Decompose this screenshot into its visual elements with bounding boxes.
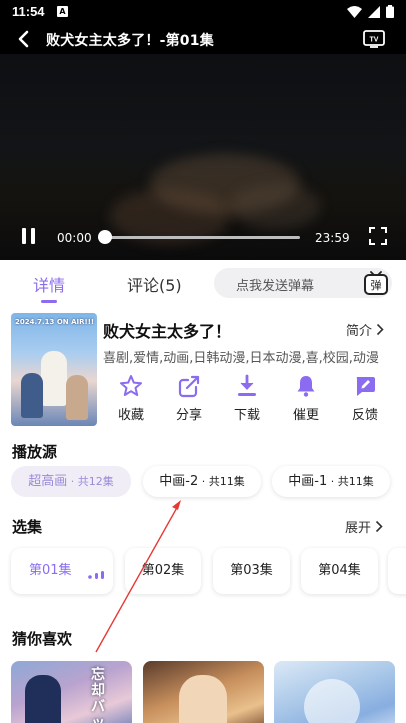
episode-card[interactable]: 第04集 (301, 548, 378, 594)
bell-icon (297, 376, 315, 397)
status-bar: 11:54 A (0, 0, 406, 24)
tab-active-indicator (41, 300, 57, 303)
episode-card-partial[interactable] (388, 548, 406, 594)
seek-bar[interactable] (103, 236, 300, 239)
poster-figure (21, 373, 43, 418)
detail-tabs: 详情 评论(5) 点我发送弹幕 弹 (0, 260, 406, 306)
urge-update-label: 催更 (292, 408, 319, 423)
favorite-button[interactable]: 收藏 (106, 374, 156, 423)
poster-figure (66, 375, 88, 420)
expand-label: 展开 (345, 521, 372, 536)
status-time: 11:54 (12, 4, 45, 19)
playing-indicator-icon (88, 571, 104, 579)
episode-card[interactable]: 第03集 (213, 548, 290, 594)
fullscreen-icon[interactable] (369, 227, 387, 245)
sources-title: 播放源 (12, 443, 58, 461)
danmaku-icon-label: 弹 (371, 278, 382, 292)
episode-label: 第01集 (29, 563, 72, 578)
source-ultra-hd[interactable]: 超高画 · 共12集 (11, 466, 131, 497)
share-label: 分享 (175, 408, 202, 423)
danmaku-toggle-icon[interactable]: 弹 (362, 268, 390, 298)
episode-card[interactable]: 第01集 (11, 548, 113, 594)
back-arrow-icon[interactable] (14, 29, 34, 49)
source-name: 超高画 (28, 474, 68, 489)
feedback-icon (356, 377, 375, 396)
download-label: 下载 (233, 408, 260, 423)
download-button[interactable]: 下载 (222, 374, 272, 423)
feedback-button[interactable]: 反馈 (340, 374, 390, 423)
star-icon (120, 375, 142, 396)
source-count: · 共12集 (67, 475, 114, 488)
source-count: · 共11集 (327, 475, 374, 488)
player-controls: 00:00 23:59 (0, 222, 406, 252)
genre-tags: 喜剧,爱情,动画,日韩动漫,日本动漫,喜,校园,动漫 (103, 351, 379, 366)
danmaku-input[interactable]: 点我发送弹幕 (236, 275, 314, 294)
episode-label: 第04集 (318, 563, 361, 578)
intro-link[interactable]: 简介 (346, 320, 384, 339)
intro-label: 简介 (346, 324, 373, 339)
seek-thumb[interactable] (98, 230, 112, 244)
share-button[interactable]: 分享 (164, 374, 214, 423)
title-bar: 败犬女主太多了！-第01集 TV (0, 24, 406, 54)
battery-icon (386, 5, 394, 18)
source-mid-2[interactable]: 中画-2 · 共11集 (143, 466, 261, 497)
chevron-right-icon (376, 323, 384, 336)
signal-icon (368, 5, 380, 18)
source-mid-1[interactable]: 中画-1 · 共11集 (272, 466, 390, 497)
episode-label: 第03集 (230, 563, 273, 578)
download-icon (238, 374, 256, 396)
source-name: 中画-2 (159, 474, 199, 489)
video-title: 败犬女主太多了！-第01集 (46, 33, 214, 49)
share-icon (178, 375, 200, 398)
recommend-title: 猜你喜欢 (12, 630, 73, 648)
status-icons (347, 5, 394, 18)
expand-episodes-link[interactable]: 展开 (345, 517, 383, 536)
episodes-title: 选集 (12, 518, 43, 536)
episode-card[interactable]: 第02集 (125, 548, 201, 594)
recommend-card[interactable]: 忘却バッテ (11, 661, 132, 723)
pause-icon[interactable] (20, 228, 38, 246)
current-time: 00:00 (57, 231, 92, 245)
source-count: · 共11集 (198, 475, 245, 488)
tab-comments[interactable]: 评论(5) (127, 272, 182, 296)
recommend-figure (179, 675, 227, 723)
total-time: 23:59 (315, 231, 350, 245)
urge-update-button[interactable]: 催更 (281, 374, 331, 423)
svg-text:TV: TV (370, 37, 379, 44)
wifi-icon (347, 5, 362, 18)
anime-poster[interactable]: 2024.7.13 ON AIR!!! (11, 313, 97, 426)
recommend-card-text: 忘却バッテ (91, 667, 105, 723)
recommend-card[interactable] (274, 661, 395, 723)
episode-label: 第02集 (141, 563, 185, 578)
tab-details[interactable]: 详情 (33, 272, 65, 296)
favorite-label: 收藏 (117, 408, 144, 423)
chevron-right-icon (375, 520, 383, 533)
recommend-figure (25, 675, 61, 723)
tv-cast-icon[interactable]: TV (362, 28, 386, 50)
danmaku-input-box[interactable]: 点我发送弹幕 弹 (214, 268, 392, 298)
recommend-figure (304, 679, 360, 723)
feedback-label: 反馈 (351, 408, 378, 423)
recommend-card[interactable] (143, 661, 264, 723)
poster-text: 2024.7.13 ON AIR!!! (15, 318, 95, 326)
anime-title: 败犬女主太多了！ (103, 322, 232, 341)
poster-figure (41, 351, 67, 406)
source-name: 中画-1 (288, 474, 328, 489)
notification-icon: A (57, 6, 68, 17)
